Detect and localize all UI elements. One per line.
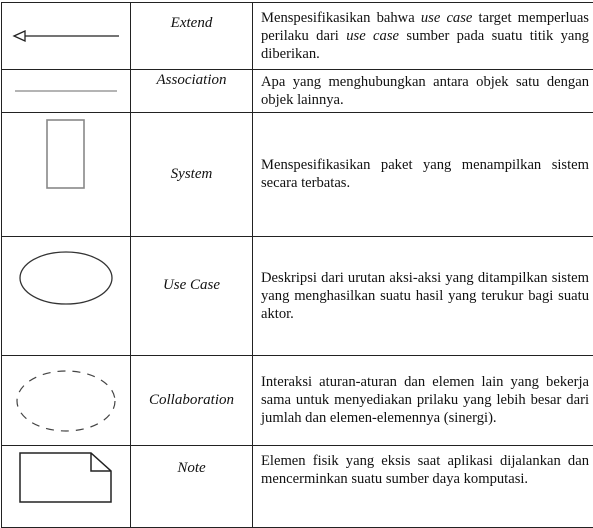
symbol-name: Extend bbox=[131, 3, 253, 70]
table-row: System Menspesifikasikan paket yang mena… bbox=[2, 113, 593, 237]
symbol-name: Association bbox=[131, 70, 253, 113]
symbol-name: Note bbox=[131, 446, 253, 528]
system-rectangle-icon bbox=[46, 119, 86, 191]
symbol-description: Menspesifikasikan bahwa use case target … bbox=[253, 3, 593, 70]
desc-italic: use case bbox=[421, 10, 473, 26]
symbol-description: Elemen fisik yang eksis saat aplikasi di… bbox=[253, 446, 593, 528]
symbol-description: Menspesifikasikan paket yang menampilkan… bbox=[253, 113, 593, 237]
symbol-name: Use Case bbox=[131, 237, 253, 356]
desc-text: Menspesifikasikan bahwa bbox=[261, 10, 421, 26]
collaboration-dashed-ellipse-icon bbox=[14, 369, 118, 433]
symbol-cell bbox=[2, 70, 131, 113]
symbol-cell bbox=[2, 237, 131, 356]
uml-symbol-table: Extend Menspesifikasikan bahwa use case … bbox=[1, 2, 593, 528]
symbol-cell bbox=[2, 446, 131, 528]
table-row: Extend Menspesifikasikan bahwa use case … bbox=[2, 3, 593, 70]
symbol-cell bbox=[2, 113, 131, 237]
table-row: Collaboration Interaksi aturan-aturan da… bbox=[2, 356, 593, 446]
association-line-icon bbox=[11, 88, 121, 94]
symbol-name: Collaboration bbox=[131, 356, 253, 446]
table-row: Association Apa yang menghubungkan antar… bbox=[2, 70, 593, 113]
use-case-ellipse-icon bbox=[18, 251, 114, 307]
table-row: Note Elemen fisik yang eksis saat aplika… bbox=[2, 446, 593, 528]
extend-arrow-icon bbox=[11, 29, 121, 43]
symbol-cell bbox=[2, 356, 131, 446]
symbol-description: Interaksi aturan-aturan dan elemen lain … bbox=[253, 356, 593, 446]
symbol-name: System bbox=[131, 113, 253, 237]
symbol-cell bbox=[2, 3, 131, 70]
symbol-description: Deskripsi dari urutan aksi-aksi yang dit… bbox=[253, 237, 593, 356]
table-row: Use Case Deskripsi dari urutan aksi-aksi… bbox=[2, 237, 593, 356]
symbol-description: Apa yang menghubungkan antara objek satu… bbox=[253, 70, 593, 113]
desc-italic: use case bbox=[346, 28, 399, 44]
note-icon bbox=[19, 452, 113, 504]
